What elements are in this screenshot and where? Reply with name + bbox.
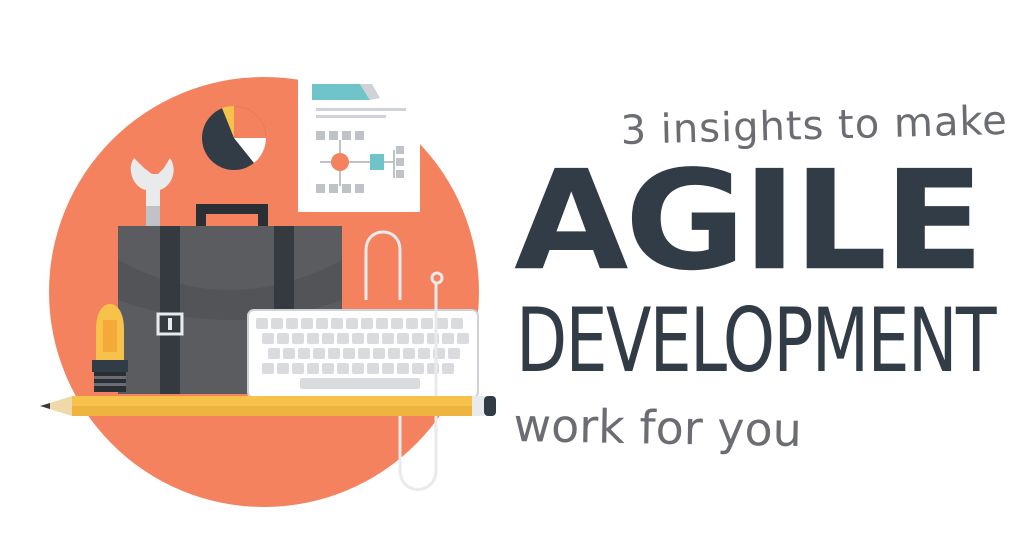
hero-banner: 3 insights to make AGILE DEVELOPMENT wor… — [0, 0, 1020, 560]
tagline-bottom: work for you — [513, 398, 803, 458]
headline-title: AGILE — [514, 140, 984, 301]
headline-subtitle: DEVELOPMENT — [516, 289, 997, 392]
title-block: 3 insights to make AGILE DEVELOPMENT wor… — [0, 0, 1020, 560]
